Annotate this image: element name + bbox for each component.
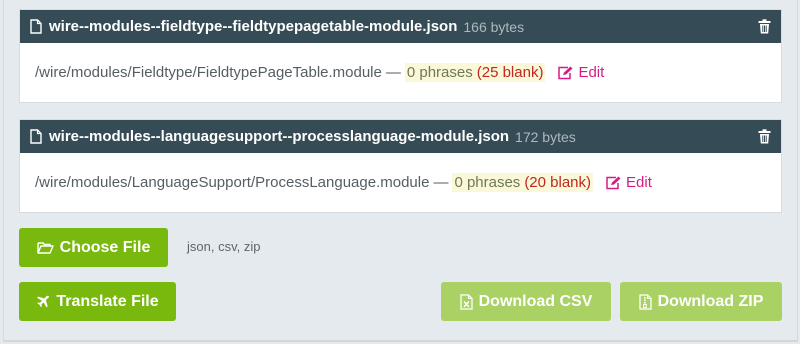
download-zip-button[interactable]: Download ZIP: [620, 282, 782, 321]
phrase-count: 0 phrases: [404, 63, 475, 82]
csv-file-icon: [459, 293, 473, 310]
blank-count: (25 blank): [474, 63, 546, 82]
file-name: wire--modules--fieldtype--fieldtypepaget…: [49, 18, 458, 35]
download-zip-label: Download ZIP: [657, 292, 764, 310]
file-icon: [30, 19, 42, 34]
folder-open-icon: [36, 242, 54, 254]
blank-count: (20 blank): [522, 173, 594, 192]
file-card-body: /wire/modules/LanguageSupport/ProcessLan…: [20, 153, 781, 212]
phrase-count: 0 phrases: [452, 173, 523, 192]
edit-icon: [558, 66, 573, 79]
zip-file-icon: [638, 293, 652, 310]
file-card: wire--modules--fieldtype--fieldtypepaget…: [19, 9, 782, 103]
accepted-types-hint: json, csv, zip: [187, 239, 261, 254]
module-path: /wire/modules/LanguageSupport/ProcessLan…: [35, 174, 430, 191]
translate-file-label: Translate File: [56, 292, 159, 310]
download-csv-label: Download CSV: [478, 292, 593, 310]
plane-icon: [37, 295, 50, 307]
file-card-body: /wire/modules/Fieldtype/FieldtypePageTab…: [20, 43, 781, 102]
edit-label: Edit: [578, 64, 605, 81]
translate-file-button[interactable]: Translate File: [19, 282, 176, 321]
module-path: /wire/modules/Fieldtype/FieldtypePageTab…: [35, 64, 382, 81]
download-csv-button[interactable]: Download CSV: [441, 282, 611, 321]
trash-icon[interactable]: [758, 19, 771, 34]
edit-link[interactable]: Edit: [557, 64, 604, 81]
choose-file-label: Choose File: [59, 238, 151, 256]
file-name: wire--modules--languagesupport--processl…: [49, 128, 510, 145]
file-card-header: wire--modules--fieldtype--fieldtypepaget…: [20, 10, 781, 43]
edit-label: Edit: [626, 174, 652, 191]
edit-link[interactable]: Edit: [605, 174, 652, 191]
file-card-header: wire--modules--languagesupport--processl…: [20, 120, 781, 153]
separator: —: [433, 174, 449, 191]
translation-files-panel: wire--modules--fieldtype--fieldtypepaget…: [3, 0, 798, 342]
separator: —: [385, 64, 401, 81]
file-card: wire--modules--languagesupport--processl…: [19, 119, 782, 213]
file-icon: [30, 129, 42, 144]
file-size: 166 bytes: [463, 18, 525, 35]
trash-icon[interactable]: [758, 129, 771, 144]
choose-file-button[interactable]: Choose File: [19, 228, 168, 267]
edit-icon: [606, 176, 621, 189]
file-size: 172 bytes: [515, 128, 576, 145]
